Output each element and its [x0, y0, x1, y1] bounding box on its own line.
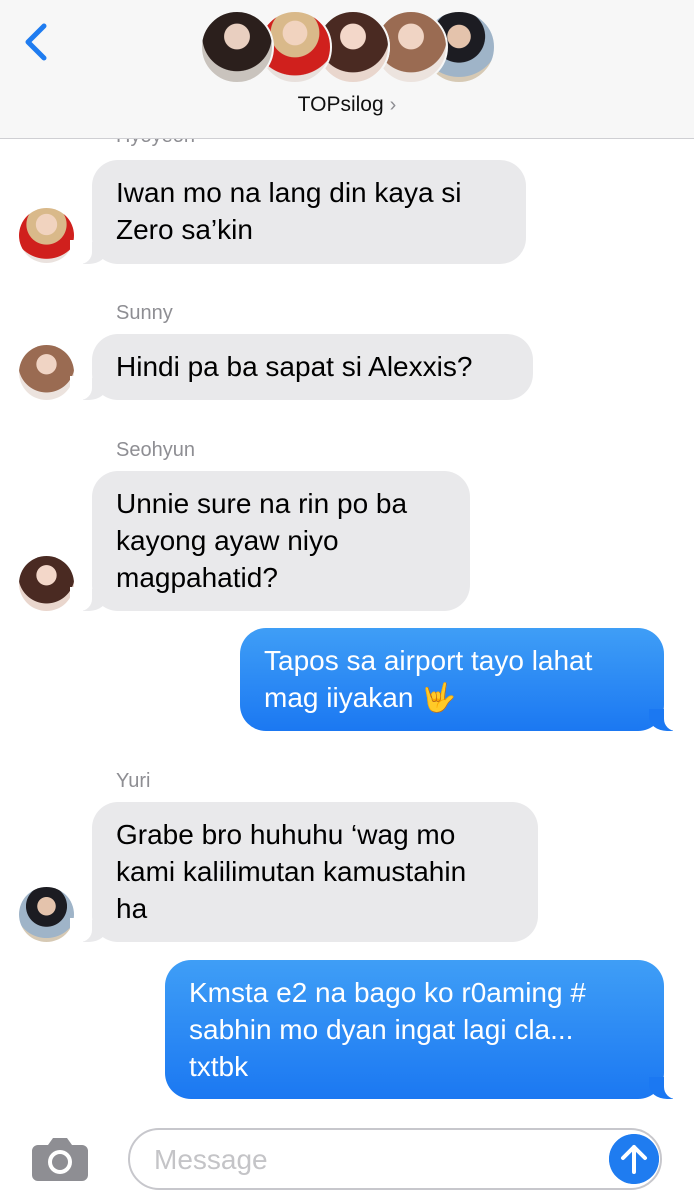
back-chevron-icon[interactable]	[18, 22, 54, 62]
message-line: Iwan mo na lang din kaya si	[116, 177, 462, 208]
sender-name: Seohyun	[116, 439, 195, 461]
message-line: Unnie sure na rin po ba	[116, 488, 408, 519]
group-name-label: TOPsilog	[297, 93, 384, 116]
outgoing-message-bubble[interactable]: Tapos sa airport tayo lahat mag iiyakan …	[240, 628, 686, 731]
incoming-message-bubble[interactable]: Grabe bro huhuhu ‘wag mo kami kalilimuta…	[70, 802, 538, 942]
send-arrow-icon[interactable]	[609, 1134, 659, 1184]
incoming-message-bubble[interactable]: Iwan mo na lang din kaya si Zero sa’kin	[70, 160, 526, 264]
message-line: magpahatid?	[116, 562, 278, 593]
sender-name: Yuri	[116, 770, 151, 792]
camera-icon[interactable]	[30, 1133, 90, 1183]
message-placeholder: Message	[154, 1144, 268, 1175]
outgoing-message-bubble[interactable]: Kmsta e2 na bago ko r0aming # sabhin mo …	[165, 960, 686, 1099]
sender-avatar[interactable]	[19, 345, 74, 400]
sender-avatar[interactable]	[19, 208, 74, 263]
message-line: sabhin mo dyan ingat lagi cla...	[189, 1014, 574, 1045]
sender-avatar[interactable]	[19, 556, 74, 611]
message-line: Kmsta e2 na bago ko r0aming #	[189, 977, 586, 1008]
message-line: Grabe bro huhuhu ‘wag mo	[116, 819, 456, 850]
incoming-message-bubble[interactable]: Unnie sure na rin po ba kayong ayaw niyo…	[70, 471, 470, 611]
message-line: kami kalilimutan kamustahin	[116, 856, 467, 887]
message-input[interactable]: Message	[128, 1128, 662, 1190]
sender-name: Sunny	[116, 302, 173, 324]
message-line: mag iiyakan 🤟	[264, 682, 457, 713]
message-line: Tapos sa airport tayo lahat	[264, 645, 593, 676]
chevron-right-icon: ›	[389, 94, 397, 116]
message-line: txtbk	[189, 1051, 249, 1082]
incoming-message-bubble[interactable]: Hindi pa ba sapat si Alexxis?	[70, 334, 533, 400]
group-name[interactable]: TOPsilog ›	[0, 93, 694, 117]
message-line: ha	[116, 893, 148, 924]
message-line: kayong ayaw niyo	[116, 525, 339, 556]
sender-avatar[interactable]	[19, 887, 74, 942]
message-line: Zero sa’kin	[116, 214, 253, 245]
message-line: Hindi pa ba sapat si Alexxis?	[116, 351, 473, 382]
participant-avatar	[200, 10, 274, 84]
